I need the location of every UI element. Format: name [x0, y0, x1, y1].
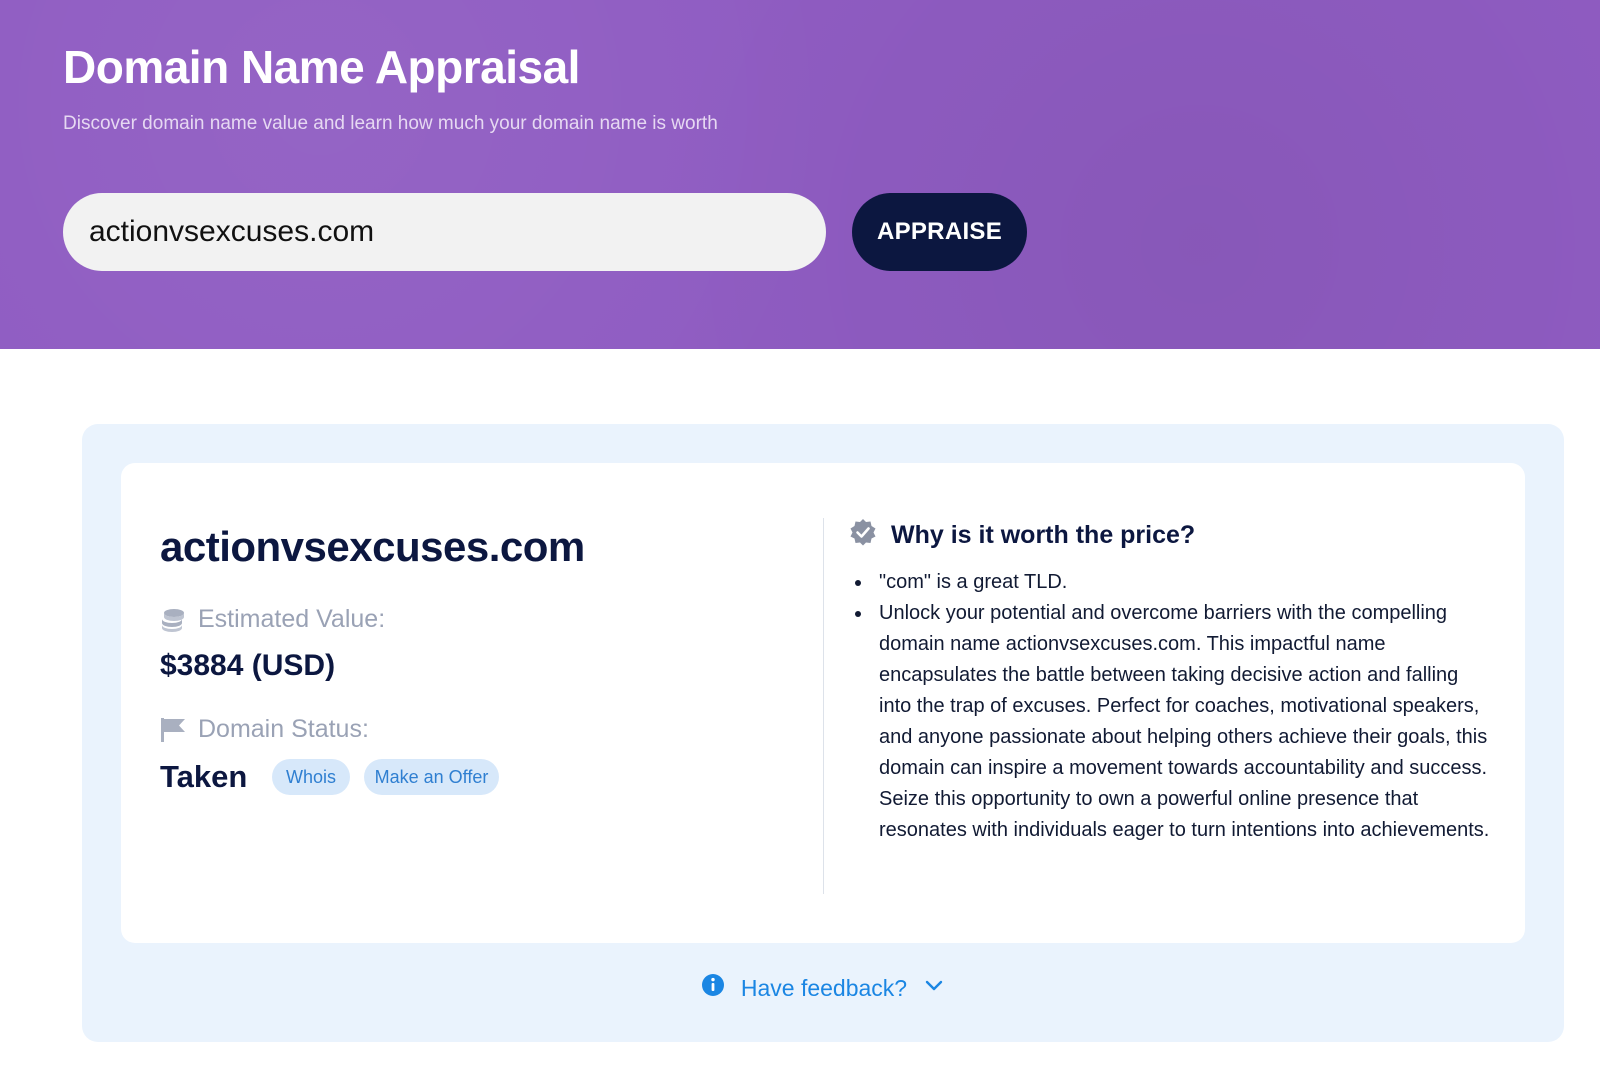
domain-status-label: Domain Status:: [160, 715, 369, 744]
column-divider: [823, 518, 824, 894]
domain-status-label-text: Domain Status:: [198, 715, 369, 743]
list-item: "com" is a great TLD.: [853, 567, 1493, 598]
coins-icon: [160, 607, 186, 633]
appraisal-result-panel: actionvsexcuses.com Estimated Value: $38…: [82, 424, 1564, 1042]
appraise-button[interactable]: APPRAISE: [852, 193, 1027, 271]
chevron-down-icon: [923, 974, 945, 1002]
flag-icon: [160, 717, 186, 743]
estimated-value-label: Estimated Value:: [160, 605, 385, 634]
domain-search-input[interactable]: [63, 193, 826, 271]
info-icon: [701, 973, 725, 1003]
worth-reasons-list: "com" is a great TLD. Unlock your potent…: [853, 567, 1493, 846]
list-item: Unlock your potential and overcome barri…: [853, 598, 1493, 846]
appraised-domain-name: actionvsexcuses.com: [160, 523, 585, 570]
domain-status-value: Taken: [160, 759, 248, 794]
appraisal-result-card: actionvsexcuses.com Estimated Value: $38…: [121, 463, 1525, 943]
verified-badge-icon: [849, 518, 877, 553]
hero-banner: Domain Name Appraisal Discover domain na…: [0, 0, 1600, 349]
feedback-label: Have feedback?: [740, 974, 908, 1001]
whois-button[interactable]: Whois: [272, 759, 350, 795]
make-offer-button[interactable]: Make an Offer: [364, 759, 499, 795]
feedback-toggle[interactable]: Have feedback?: [82, 973, 1564, 1003]
estimated-value: $3884 (USD): [160, 649, 336, 682]
estimated-value-label-text: Estimated Value:: [198, 605, 386, 633]
page-subtitle: Discover domain name value and learn how…: [63, 113, 718, 134]
why-worth-heading-text: Why is it worth the price?: [891, 521, 1196, 549]
page-title: Domain Name Appraisal: [63, 41, 580, 93]
why-worth-heading: Why is it worth the price?: [849, 518, 1195, 553]
